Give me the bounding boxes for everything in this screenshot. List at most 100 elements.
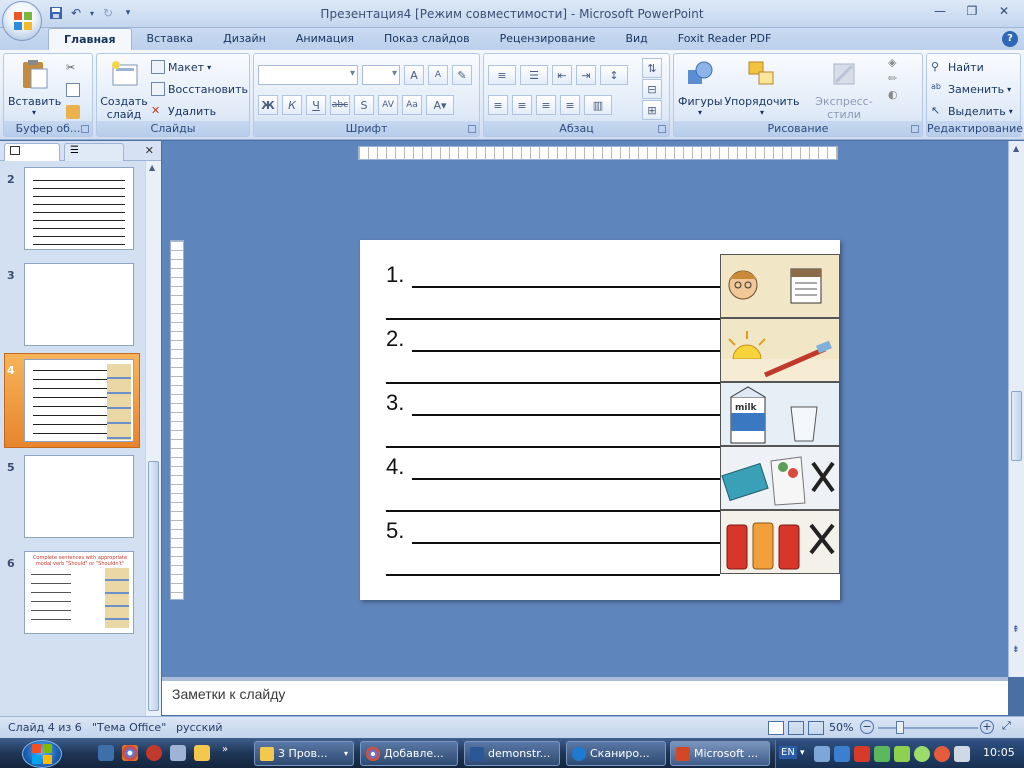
picture-milk[interactable]: milk (720, 382, 840, 446)
scroll-up-icon[interactable]: ▲ (1013, 144, 1019, 153)
zoom-out-icon[interactable]: − (860, 720, 874, 734)
arrange-button[interactable]: Упорядочить ▾ (724, 58, 800, 117)
shadow-icon[interactable]: S (354, 95, 374, 115)
clock[interactable]: 10:05 (983, 746, 1015, 759)
language-status[interactable]: русский (176, 721, 223, 734)
align-right-icon[interactable]: ≡ (536, 95, 556, 115)
strikethrough-icon[interactable]: abc (330, 95, 350, 115)
tab-insert[interactable]: Вставка (132, 28, 209, 50)
slide-thumbnail-6[interactable]: Complete sentences with appropriate moda… (24, 551, 134, 634)
tab-review[interactable]: Рецензирование (485, 28, 611, 50)
picture-calendar-man[interactable] (720, 254, 840, 318)
sorter-view-icon[interactable] (788, 721, 804, 735)
increase-indent-icon[interactable]: ⇥ (576, 65, 596, 85)
taskbar-explorer[interactable]: 3 Пров... ▾ (254, 741, 354, 766)
slide-thumbnail-2[interactable] (24, 167, 134, 250)
tab-slides-view[interactable] (4, 143, 60, 161)
update-icon[interactable] (874, 746, 890, 762)
align-center-icon[interactable]: ≡ (512, 95, 532, 115)
font-name-combo[interactable] (258, 65, 358, 85)
bullets-icon[interactable]: ≡ (488, 65, 516, 85)
tab-home[interactable]: Главная (48, 28, 132, 50)
fit-to-window-icon[interactable]: ⤢ (1002, 719, 1011, 733)
font-launcher-icon[interactable] (468, 125, 476, 133)
vertical-ruler[interactable] (170, 240, 184, 600)
editor-scrollbar[interactable]: ▲ ⇞ ⇟ (1008, 141, 1024, 677)
network-icon[interactable] (814, 746, 830, 762)
antivirus-icon[interactable] (854, 746, 870, 762)
shapes-button[interactable]: Фигуры ▾ (678, 58, 723, 117)
taskbar-ie[interactable]: Сканиро... (566, 741, 666, 766)
align-text-icon[interactable]: ⊟ (642, 79, 662, 99)
tray-expand-icon[interactable]: ▾ (800, 748, 805, 758)
next-slide-icon[interactable]: ⇟ (1012, 645, 1020, 655)
replace-button[interactable]: ab Заменить ▾ (931, 79, 1011, 99)
align-left-icon[interactable]: ≡ (488, 95, 508, 115)
taskbar-powerpoint[interactable]: Microsoft ... (670, 741, 770, 766)
format-painter-button[interactable] (66, 102, 80, 122)
show-desktop-icon[interactable] (98, 745, 114, 761)
zoom-slider[interactable] (878, 727, 978, 729)
close-button[interactable]: ✕ (988, 2, 1020, 20)
quick-styles-button[interactable]: Экспресс-стили ▾ (802, 58, 886, 130)
underline-icon[interactable]: Ч (306, 95, 326, 115)
paragraph-launcher-icon[interactable] (658, 125, 666, 133)
close-panel-icon[interactable]: ✕ (145, 144, 154, 157)
justify-icon[interactable]: ≡ (560, 95, 580, 115)
shrink-font-icon[interactable]: A (428, 65, 448, 85)
language-indicator[interactable]: EN (779, 746, 797, 759)
restore-button[interactable]: ❐ (956, 2, 988, 20)
slideshow-view-icon[interactable] (808, 721, 824, 735)
copy-button[interactable] (66, 80, 80, 100)
bold-icon[interactable]: Ж (258, 95, 278, 115)
picture-chips-candy[interactable] (720, 446, 840, 510)
theme-name[interactable]: "Тема Office" (92, 721, 166, 734)
current-slide[interactable]: 1. 2. 3. 4. 5. milk (360, 240, 840, 600)
reset-button[interactable]: Восстановить (151, 79, 248, 99)
slide-thumbnail-5[interactable] (24, 455, 134, 538)
layout-button[interactable]: Макет ▾ (151, 57, 211, 77)
folder-icon[interactable] (194, 745, 210, 761)
quicklaunch-more-icon[interactable]: » (222, 744, 238, 760)
volume-icon[interactable] (954, 746, 970, 762)
scroll-thumb[interactable] (148, 461, 159, 711)
tray-app-icon[interactable] (894, 746, 910, 762)
picture-soda-cans[interactable] (720, 510, 840, 574)
font-color-icon[interactable]: A▾ (426, 95, 454, 115)
zoom-slider-thumb[interactable] (896, 721, 904, 734)
shape-effects-icon[interactable]: ◐ (888, 88, 902, 102)
minimize-button[interactable]: — (924, 2, 956, 20)
shape-fill-icon[interactable]: ◈ (888, 56, 902, 70)
clipboard-launcher-icon[interactable] (81, 125, 89, 133)
start-button[interactable] (22, 740, 62, 768)
previous-slide-icon[interactable]: ⇞ (1012, 625, 1020, 635)
tab-slideshow[interactable]: Показ слайдов (369, 28, 485, 50)
italic-icon[interactable]: К (282, 95, 302, 115)
find-button[interactable]: ⚲ Найти (931, 57, 984, 77)
drawing-launcher-icon[interactable] (911, 125, 919, 133)
office-button[interactable] (2, 1, 42, 41)
taskbar-word[interactable]: demonstr... (464, 741, 560, 766)
select-button[interactable]: ↖ Выделить ▾ (931, 101, 1013, 121)
change-case-icon[interactable]: Aa (402, 95, 422, 115)
help-icon[interactable]: ? (1002, 31, 1018, 47)
columns-icon[interactable]: ▥ (584, 95, 612, 115)
smartart-icon[interactable]: ⊞ (642, 100, 662, 120)
zoom-in-icon[interactable]: + (980, 720, 994, 734)
slide-thumbnail-4[interactable] (24, 359, 134, 442)
tray-app-icon[interactable] (914, 746, 930, 762)
text-direction-icon[interactable]: ⇅ (642, 58, 662, 78)
thumbnails-scrollbar[interactable]: ▲ (145, 161, 161, 717)
tab-outline-view[interactable]: ☰ (64, 143, 124, 161)
new-slide-button[interactable]: Создать слайд (100, 58, 148, 121)
line-spacing-icon[interactable]: ↕ (600, 65, 628, 85)
tab-view[interactable]: Вид (610, 28, 662, 50)
numbering-icon[interactable]: ☰ (520, 65, 548, 85)
font-size-combo[interactable] (362, 65, 400, 85)
delete-slide-button[interactable]: ✕ Удалить (151, 101, 216, 121)
tray-app-icon[interactable] (934, 746, 950, 762)
media-icon[interactable] (146, 745, 162, 761)
slide-thumbnail-3[interactable] (24, 263, 134, 346)
tab-design[interactable]: Дизайн (208, 28, 281, 50)
chrome-icon[interactable] (122, 745, 138, 761)
